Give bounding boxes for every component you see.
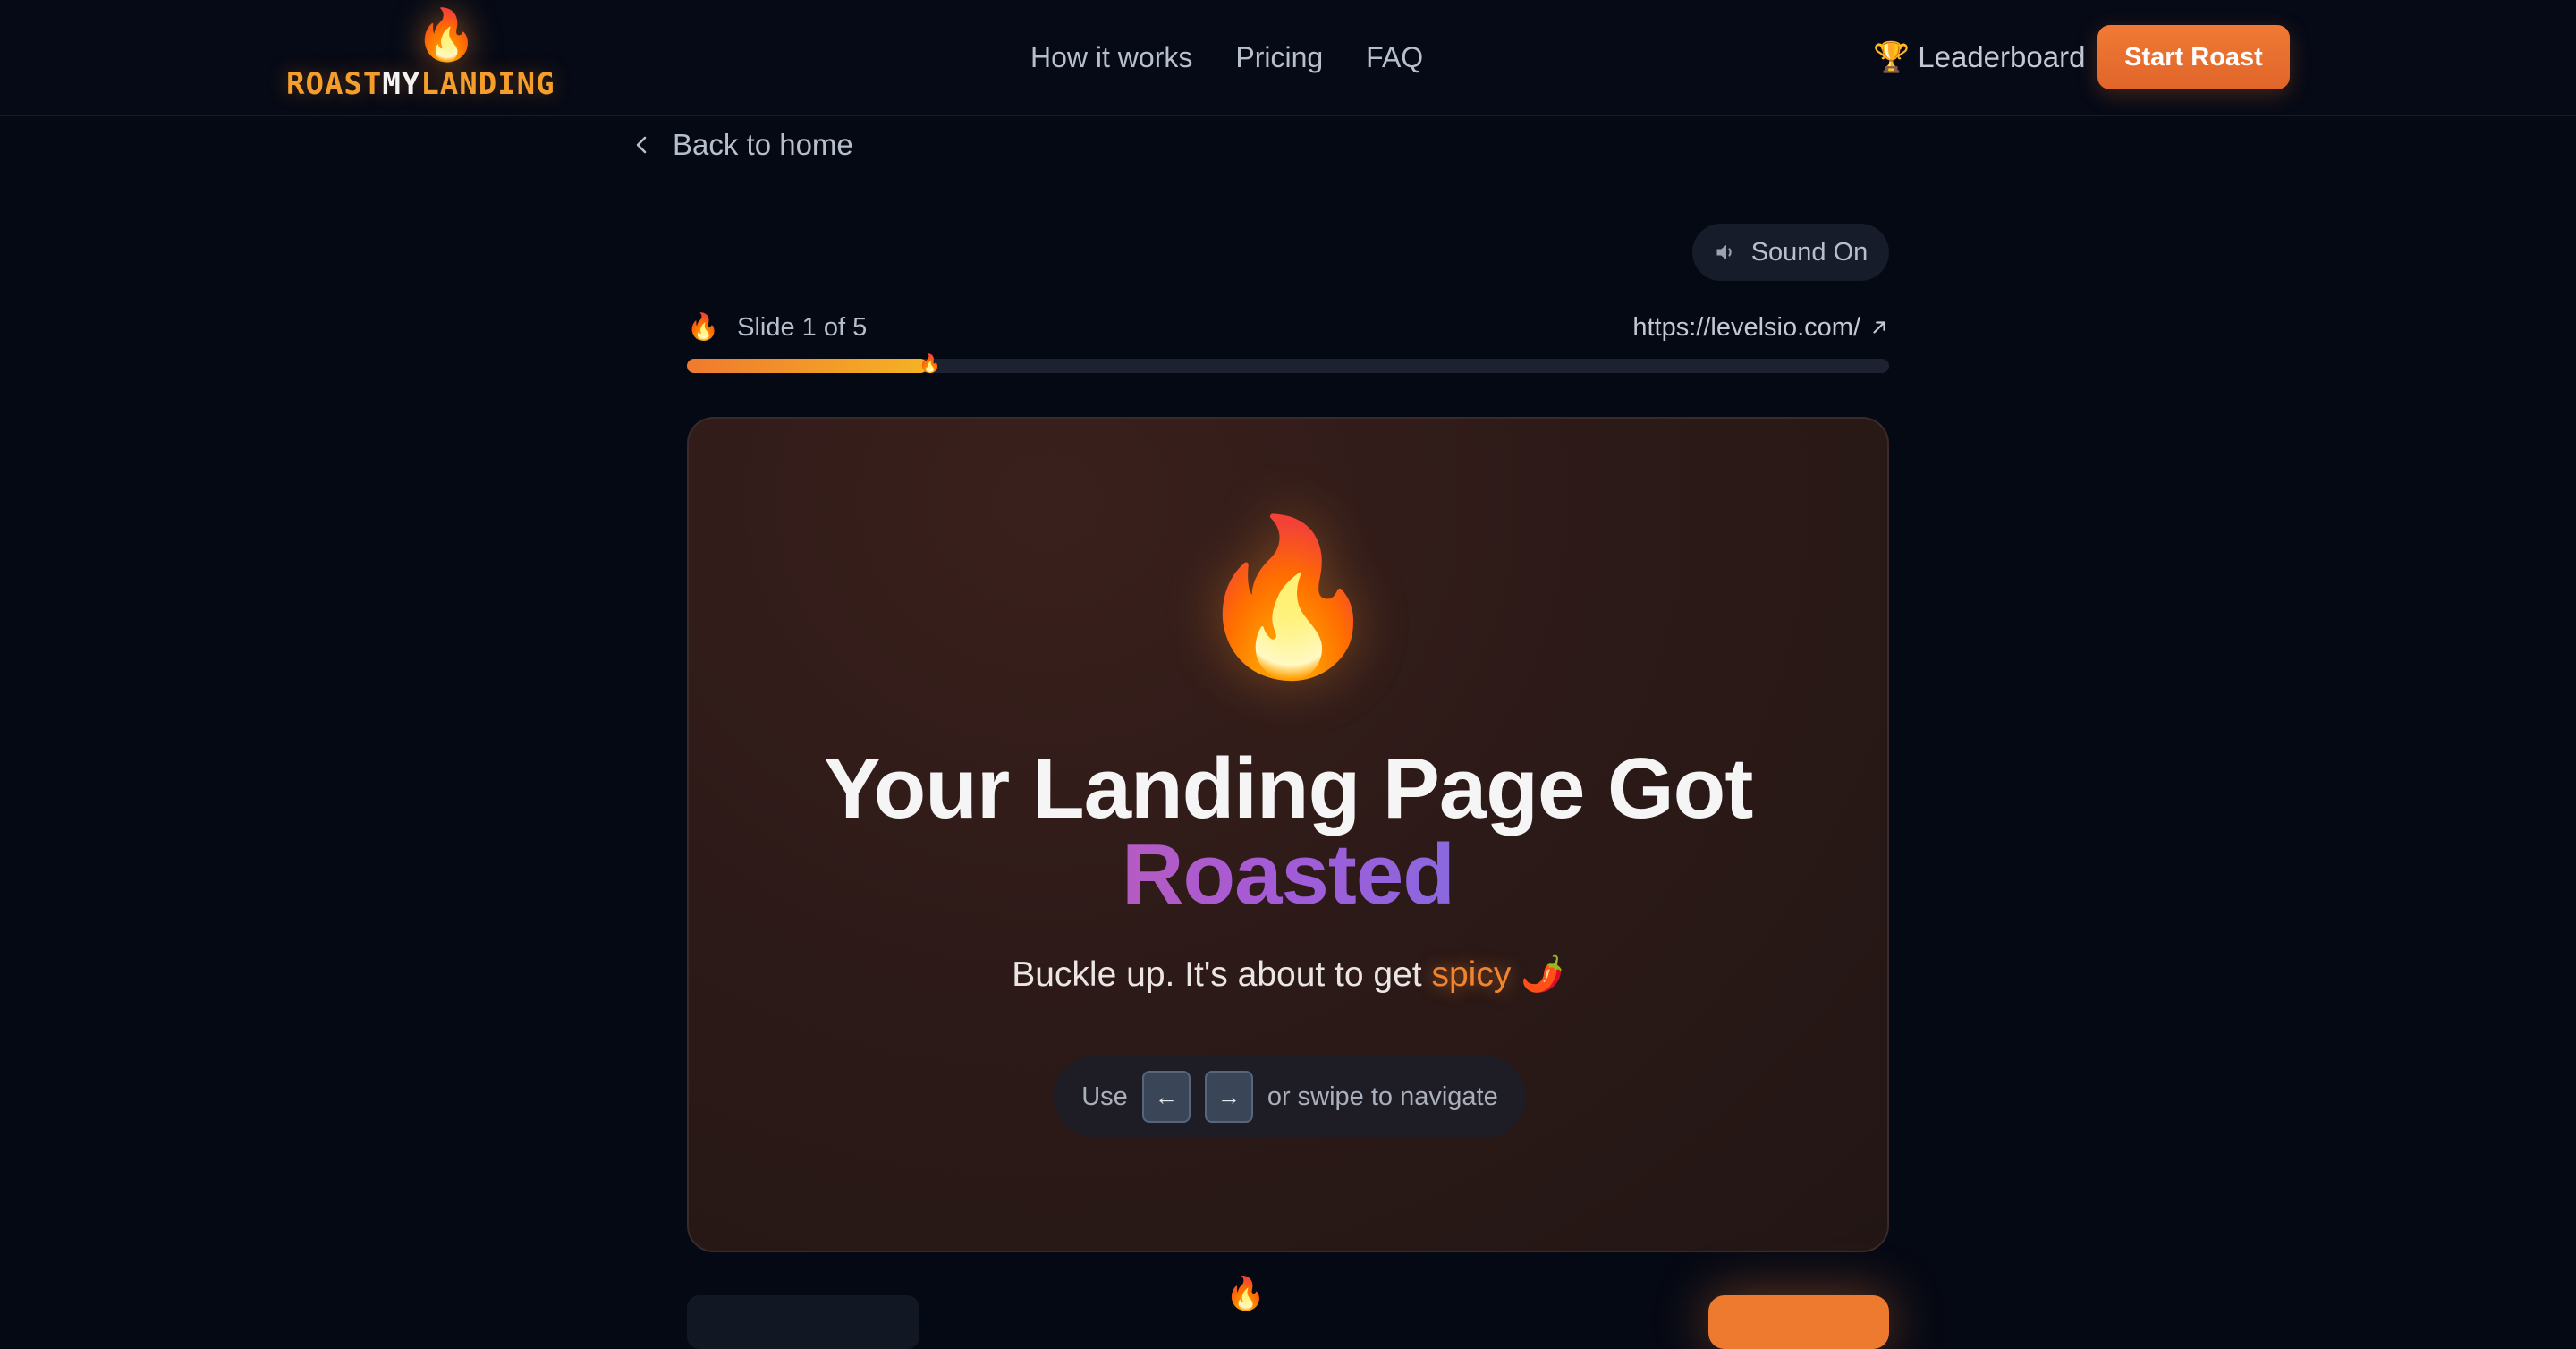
- start-roast-button[interactable]: Start Roast: [2097, 25, 2290, 89]
- slide-title-line2: Roasted: [689, 832, 1887, 918]
- roasted-url-link[interactable]: https://levelsio.com/: [1632, 308, 1889, 347]
- slide-counter-label: Slide 1 of 5: [737, 313, 868, 342]
- subtitle-text: Buckle up. It's about to get: [1012, 955, 1432, 994]
- arrow-left-key: ←: [1141, 1071, 1191, 1123]
- sound-toggle-button[interactable]: Sound On: [1692, 224, 1889, 281]
- fire-icon: 🔥: [415, 6, 478, 63]
- subtitle-highlight: spicy: [1431, 955, 1512, 994]
- slide-title-line1: Your Landing Page Got: [823, 741, 1754, 836]
- slide-card: 🔥 Your Landing Page Got Roasted Buckle u…: [687, 417, 1889, 1252]
- progress-fill: [687, 359, 928, 373]
- main-nav: How it works Pricing FAQ: [1030, 36, 1423, 79]
- fire-icon: 🔥: [687, 313, 720, 342]
- slide-subtitle: Buckle up. It's about to get spicy 🌶️: [689, 950, 1887, 1000]
- previous-button[interactable]: [687, 1295, 919, 1349]
- fire-icon: 🔥: [1225, 1275, 1266, 1311]
- progress-bar: 🔥: [687, 354, 1889, 374]
- roasted-url: https://levelsio.com/: [1632, 313, 1860, 342]
- top-navbar: 🔥 ROASTMYLANDING How it works Pricing FA…: [0, 0, 2576, 116]
- chevron-left-icon: [636, 136, 647, 154]
- nav-how-it-works[interactable]: How it works: [1030, 36, 1192, 79]
- arrow-right-key: →: [1204, 1071, 1253, 1123]
- sound-label: Sound On: [1750, 238, 1868, 267]
- fire-icon: 🔥: [1193, 513, 1383, 683]
- speaker-icon: [1716, 244, 1732, 260]
- external-link-icon: [1873, 321, 1885, 334]
- slide-counter: 🔥 Slide 1 of 5: [687, 308, 867, 347]
- logo[interactable]: 🔥 ROASTMYLANDING: [284, 4, 585, 104]
- hint-swipe: or swipe to navigate: [1267, 1082, 1498, 1111]
- trophy-icon: 🏆: [1873, 40, 1911, 73]
- slide-title: Your Landing Page Got Roasted: [689, 746, 1887, 918]
- leaderboard-label: Leaderboard: [1918, 40, 2086, 73]
- fire-icon: 🔥: [919, 354, 941, 374]
- next-button[interactable]: [1708, 1295, 1889, 1349]
- back-label: Back to home: [673, 128, 853, 161]
- nav-pricing[interactable]: Pricing: [1235, 36, 1323, 79]
- chili-icon: 🌶️: [1521, 955, 1564, 994]
- logo-wordmark: ROASTMYLANDING: [286, 66, 555, 102]
- leaderboard-link[interactable]: 🏆 Leaderboard: [1873, 36, 2085, 79]
- back-to-home-link[interactable]: Back to home: [631, 123, 853, 166]
- nav-faq[interactable]: FAQ: [1366, 36, 1423, 79]
- navigation-hint: Use ← → or swipe to navigate: [1054, 1056, 1526, 1138]
- hint-use: Use: [1081, 1082, 1128, 1111]
